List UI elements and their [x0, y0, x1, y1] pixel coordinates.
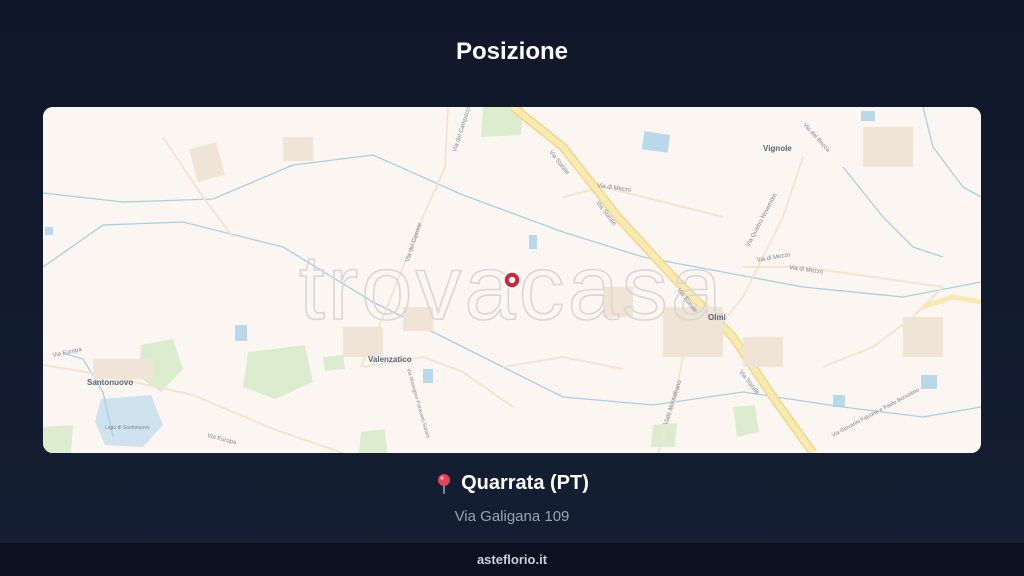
location-city: Quarrata (PT) [461, 472, 589, 494]
lake-label: Lago di Santonuovo [105, 425, 150, 431]
place-label-vignole: Vignole [763, 144, 792, 153]
footer-site-link[interactable]: asteflorio.it [477, 552, 547, 567]
location-city-row: Quarrata (PT) [435, 472, 589, 495]
page: Posizione Vignole Olmi Valenzatico Santo… [0, 0, 1024, 576]
place-label-valenzatico: Valenzatico [368, 355, 412, 364]
map-pin-icon [438, 473, 451, 494]
location-address: Via Galigana 109 [454, 507, 570, 525]
map-canvas[interactable]: trovacasa Vignole Olmi Valenzatico Santo… [43, 107, 981, 453]
footer: asteflorio.it [0, 543, 1024, 576]
place-label-santonuovo: Santonuovo [87, 378, 133, 387]
page-title: Posizione [455, 38, 569, 65]
map-view[interactable]: trovacasa Vignole Olmi Valenzatico Santo… [43, 107, 981, 453]
location-block: Quarrata (PT) Via Galigana 109 [0, 472, 1024, 525]
place-label-olmi: Olmi [708, 313, 726, 322]
map-target-icon[interactable] [503, 271, 521, 289]
